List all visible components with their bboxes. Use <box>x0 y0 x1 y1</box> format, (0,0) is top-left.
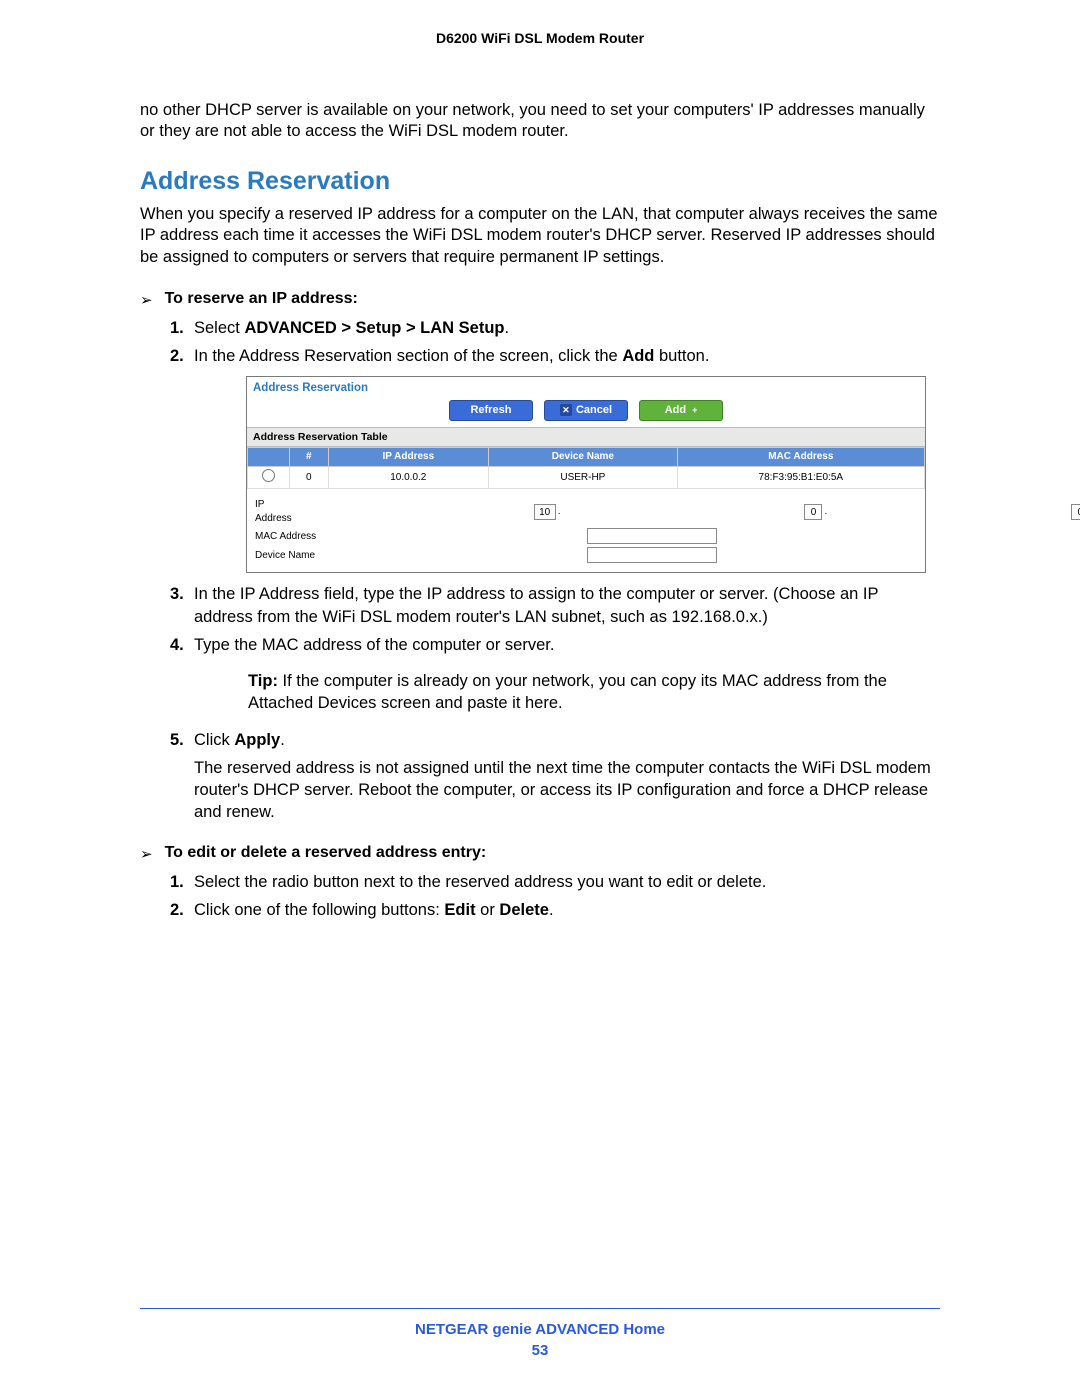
ip-octet-3[interactable]: 0 <box>1071 504 1080 520</box>
mac-input[interactable] <box>587 528 717 544</box>
step-2-bold: Add <box>622 347 654 365</box>
proc2-step-2-post: . <box>549 901 554 919</box>
cell-num: 0 <box>290 466 329 489</box>
proc2-step-2-pre: Click one of the following buttons: <box>194 901 444 919</box>
device-label: Device Name <box>255 549 345 563</box>
section-paragraph: When you specify a reserved IP address f… <box>140 204 940 268</box>
step-3: 3. In the IP Address field, type the IP … <box>170 583 940 628</box>
step-4-text: Type the MAC address of the computer or … <box>194 636 554 654</box>
row-radio[interactable] <box>262 469 275 482</box>
ip-label: IP Address <box>255 498 292 525</box>
address-reservation-panel: Address Reservation Refresh ✕Cancel Add+… <box>246 376 926 574</box>
col-ip: IP Address <box>328 448 489 467</box>
proc2-step-2-b1: Edit <box>444 901 475 919</box>
col-dev: Device Name <box>489 448 678 467</box>
table-caption: Address Reservation Table <box>247 427 925 447</box>
cell-dev: USER-HP <box>489 466 678 489</box>
table-row: 0 10.0.0.2 USER-HP 78:F3:95:B1:E0:5A <box>248 466 925 489</box>
step-5-text-post: . <box>280 731 285 749</box>
tip-block: Tip: If the computer is already on your … <box>248 670 940 715</box>
step-5-extra: The reserved address is not assigned unt… <box>194 759 931 822</box>
proc2-step-1: 1. Select the radio button next to the r… <box>170 871 940 893</box>
col-select <box>248 448 290 467</box>
mac-label: MAC Address <box>255 530 345 544</box>
close-icon: ✕ <box>560 404 572 416</box>
procedure-reserve-ip: ➢ To reserve an IP address: <box>140 290 940 311</box>
page-number: 53 <box>140 1342 940 1359</box>
step-2: 2. In the Address Reservation section of… <box>170 345 940 573</box>
section-heading-address-reservation: Address Reservation <box>140 167 940 196</box>
document-header: D6200 WiFi DSL Modem Router <box>140 30 940 46</box>
refresh-button[interactable]: Refresh <box>449 400 533 421</box>
procedure-2-title: To edit or delete a reserved address ent… <box>165 844 487 862</box>
step-1-bold: ADVANCED > Setup > LAN Setup <box>244 319 504 337</box>
step-5-text-pre: Click <box>194 731 234 749</box>
step-1-text-pre: Select <box>194 319 244 337</box>
arrow-bullet-icon: ➢ <box>140 290 153 311</box>
procedure-title: To reserve an IP address: <box>165 290 358 308</box>
arrow-bullet-icon: ➢ <box>140 844 153 865</box>
proc2-step-2-b2: Delete <box>499 901 549 919</box>
tip-label: Tip: <box>248 672 278 690</box>
col-num: # <box>290 448 329 467</box>
tip-text: If the computer is already on your netwo… <box>248 672 887 712</box>
ip-octet-1[interactable]: 10 <box>534 504 556 520</box>
mac-address-row: MAC Address <box>255 528 917 544</box>
proc2-step-2: 2. Click one of the following buttons: E… <box>170 899 940 921</box>
cancel-button[interactable]: ✕Cancel <box>544 400 628 421</box>
plus-icon: + <box>692 404 697 416</box>
cell-ip: 10.0.0.2 <box>328 466 489 489</box>
step-2-text-post: button. <box>654 347 709 365</box>
procedure-edit-delete: ➢ To edit or delete a reserved address e… <box>140 844 940 865</box>
proc2-step-1-text: Select the radio button next to the rese… <box>194 873 766 891</box>
step-5-bold: Apply <box>234 731 280 749</box>
add-button[interactable]: Add+ <box>639 400 723 421</box>
device-name-row: Device Name <box>255 547 917 563</box>
reservation-table: # IP Address Device Name MAC Address 0 1… <box>247 447 925 489</box>
step-3-text: In the IP Address field, type the IP add… <box>194 585 878 625</box>
step-5: 5. Click Apply. The reserved address is … <box>170 729 940 824</box>
cell-mac: 78:F3:95:B1:E0:5A <box>677 466 924 489</box>
proc2-step-2-mid: or <box>476 901 500 919</box>
intro-continued-paragraph: no other DHCP server is available on you… <box>140 100 940 143</box>
ip-octet-2[interactable]: 0 <box>804 504 822 520</box>
step-4: 4. Type the MAC address of the computer … <box>170 634 940 715</box>
col-mac: MAC Address <box>677 448 924 467</box>
footer-text: NETGEAR genie ADVANCED Home <box>140 1321 940 1338</box>
step-2-text-pre: In the Address Reservation section of th… <box>194 347 622 365</box>
step-1-text-post: . <box>505 319 510 337</box>
panel-title: Address Reservation <box>247 377 925 399</box>
step-1: 1. Select ADVANCED > Setup > LAN Setup. <box>170 317 940 339</box>
ip-address-row: IP Address 10.0.0. <box>255 498 917 525</box>
device-input[interactable] <box>587 547 717 563</box>
page-footer: NETGEAR genie ADVANCED Home 53 <box>140 1308 940 1359</box>
